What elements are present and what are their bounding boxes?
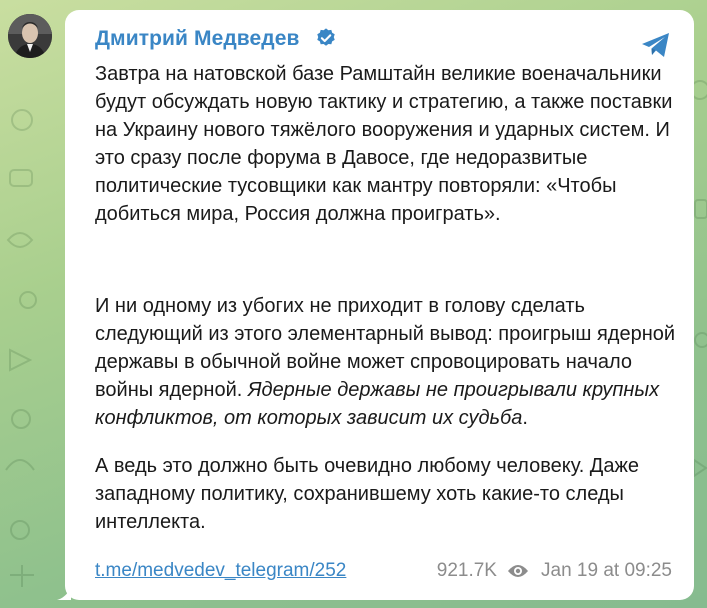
channel-name[interactable]: Дмитрий Медведев	[95, 27, 300, 51]
verified-badge-icon	[317, 28, 335, 46]
post-link[interactable]: t.me/medvedev_telegram/252	[95, 560, 346, 582]
view-count: 921.7K	[436, 560, 497, 581]
message-paragraph-2: И ни одному из убогих не приходит в голо…	[95, 292, 685, 432]
post-timestamp: Jan 19 at 09:25	[541, 560, 672, 581]
post-meta: 921.7K Jan 19 at 09:25	[437, 560, 672, 582]
message-paragraph-1: Завтра на натовской базе Рамштайн велики…	[95, 63, 673, 225]
telegram-logo-icon[interactable]	[639, 28, 673, 62]
message-paragraph-3: А ведь это должно быть очевидно любому ч…	[95, 455, 639, 533]
message-bubble: Дмитрий Медведев Завтра на натовской баз…	[65, 10, 694, 600]
eye-icon	[508, 565, 528, 577]
channel-avatar[interactable]	[8, 14, 52, 58]
message-paragraph-2-end: .	[522, 407, 528, 429]
avatar-photo	[8, 14, 52, 58]
